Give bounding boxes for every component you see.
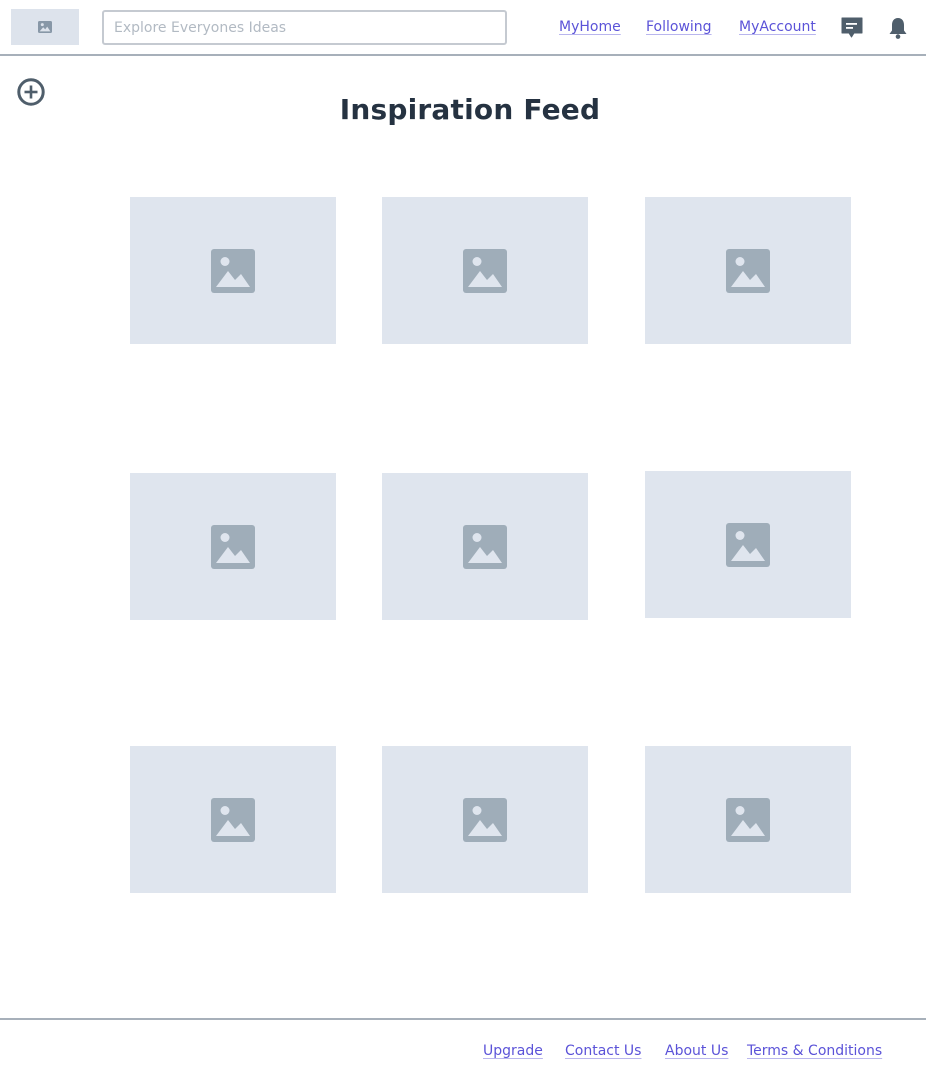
- image-placeholder-icon: [726, 248, 770, 293]
- nav-link-myhome[interactable]: MyHome: [559, 19, 621, 35]
- header-bar: MyHome Following MyAccount: [0, 0, 926, 56]
- footer-link-about-us[interactable]: About Us: [665, 1043, 728, 1059]
- footer-link-terms-conditions[interactable]: Terms & Conditions: [747, 1043, 882, 1059]
- notifications-button[interactable]: [886, 15, 910, 40]
- image-placeholder-icon: [211, 797, 255, 842]
- search-input[interactable]: [102, 10, 507, 45]
- footer-link-upgrade[interactable]: Upgrade: [483, 1043, 543, 1059]
- nav-link-myaccount[interactable]: MyAccount: [739, 19, 816, 35]
- nav-link-following[interactable]: Following: [646, 19, 712, 35]
- feed-tile[interactable]: [130, 746, 336, 893]
- image-placeholder-icon: [463, 248, 507, 293]
- feed-tile[interactable]: [382, 473, 588, 620]
- image-placeholder-icon: [463, 524, 507, 569]
- footer-link-contact-us[interactable]: Contact Us: [565, 1043, 641, 1059]
- page-title: Inspiration Feed: [339, 93, 601, 126]
- feed-tile[interactable]: [382, 746, 588, 893]
- feed-tile[interactable]: [645, 746, 851, 893]
- feed-tile[interactable]: [645, 197, 851, 344]
- bell-icon: [889, 17, 907, 39]
- footer-bar: Upgrade Contact Us About Us Terms & Cond…: [0, 1018, 926, 1090]
- feed-tile[interactable]: [645, 471, 851, 618]
- image-placeholder-icon: [463, 797, 507, 842]
- image-placeholder-icon: [211, 248, 255, 293]
- logo[interactable]: [11, 9, 79, 45]
- feed-tile[interactable]: [130, 473, 336, 620]
- image-placeholder-icon: [211, 524, 255, 569]
- messages-button[interactable]: [839, 15, 864, 40]
- image-icon: [38, 21, 52, 33]
- feed-tile[interactable]: [130, 197, 336, 344]
- image-placeholder-icon: [726, 797, 770, 842]
- message-icon: [841, 17, 862, 37]
- feed-tile[interactable]: [382, 197, 588, 344]
- image-placeholder-icon: [726, 522, 770, 567]
